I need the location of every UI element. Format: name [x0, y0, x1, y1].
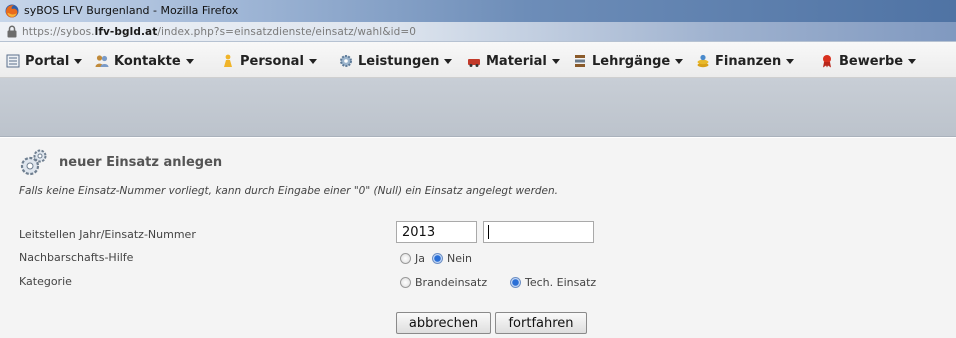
- radio-brandeinsatz-label[interactable]: Brandeinsatz: [415, 276, 487, 289]
- header-band: [0, 78, 956, 137]
- radio-ja-label[interactable]: Ja: [415, 252, 425, 265]
- url-bar[interactable]: https://sybos.lfv-bgld.at/index.php?s=ei…: [0, 22, 956, 42]
- lock-icon: [7, 25, 17, 38]
- caret-down-icon: [675, 58, 684, 64]
- nachbarschaftshilfe-label: Nachbarschafts-Hilfe: [19, 251, 134, 264]
- radio-nein[interactable]: [432, 253, 443, 264]
- url-text[interactable]: https://sybos.lfv-bgld.at/index.php?s=ei…: [22, 26, 416, 38]
- menu-material[interactable]: Material: [467, 52, 560, 70]
- ribbon-icon: [823, 55, 831, 68]
- caret-down-icon: [308, 58, 317, 64]
- menu-portal[interactable]: Portal: [6, 52, 83, 70]
- kategorie-label: Kategorie: [19, 275, 72, 288]
- menu-kontakte[interactable]: Kontakte: [95, 52, 194, 70]
- portal-icon: [6, 54, 20, 68]
- contacts-icon: [95, 55, 109, 67]
- menu-label: Kontakte: [114, 53, 181, 69]
- radio-brandeinsatz[interactable]: [400, 277, 411, 288]
- money-icon: [697, 54, 709, 68]
- firefox-icon: [5, 4, 19, 18]
- continue-button[interactable]: fortfahren: [495, 312, 587, 334]
- personal-icon: [224, 54, 232, 67]
- radio-tech-einsatz-label[interactable]: Tech. Einsatz: [525, 276, 596, 289]
- caret-down-icon: [74, 58, 83, 64]
- gears-icon: [20, 149, 47, 176]
- menu-label: Portal: [25, 53, 70, 69]
- menu-label: Material: [486, 53, 547, 69]
- menu-lehrgaenge[interactable]: Lehrgänge: [573, 52, 684, 70]
- menu-label: Finanzen: [715, 53, 782, 69]
- material-icon: [468, 59, 480, 67]
- menu-label: Leistungen: [358, 53, 440, 69]
- menu-personal[interactable]: Personal: [221, 52, 317, 70]
- gear-icon: [340, 55, 352, 67]
- caret-down-icon: [551, 58, 560, 64]
- main-menu: Portal Kontakte Personal Leistungen Mate…: [0, 42, 956, 78]
- cancel-button[interactable]: abbrechen: [396, 312, 491, 334]
- jahr-input[interactable]: [396, 221, 477, 243]
- window-titlebar: syBOS LFV Burgenland - Mozilla Firefox: [0, 0, 956, 22]
- menu-label: Personal: [240, 53, 304, 69]
- text-cursor: [488, 225, 489, 239]
- radio-ja[interactable]: [400, 253, 411, 264]
- books-icon: [575, 55, 585, 67]
- menu-bewerbe[interactable]: Bewerbe: [820, 52, 917, 70]
- einsatz-nummer-input[interactable]: [483, 221, 594, 243]
- caret-down-icon: [908, 58, 917, 64]
- menu-label: Bewerbe: [839, 53, 904, 69]
- window-title: syBOS LFV Burgenland - Mozilla Firefox: [24, 4, 239, 17]
- caret-down-icon: [444, 58, 453, 64]
- page-title: neuer Einsatz anlegen: [59, 155, 223, 170]
- menu-leistungen[interactable]: Leistungen: [339, 52, 453, 70]
- caret-down-icon: [786, 58, 795, 64]
- radio-nein-label[interactable]: Nein: [447, 252, 472, 265]
- jahr-nummer-label: Leitstellen Jahr/Einsatz-Nummer: [19, 228, 196, 241]
- radio-tech-einsatz[interactable]: [510, 277, 521, 288]
- menu-finanzen[interactable]: Finanzen: [696, 52, 795, 70]
- hint-text: Falls keine Einsatz-Nummer vorliegt, kan…: [19, 185, 559, 197]
- menu-label: Lehrgänge: [592, 53, 671, 69]
- caret-down-icon: [185, 58, 194, 64]
